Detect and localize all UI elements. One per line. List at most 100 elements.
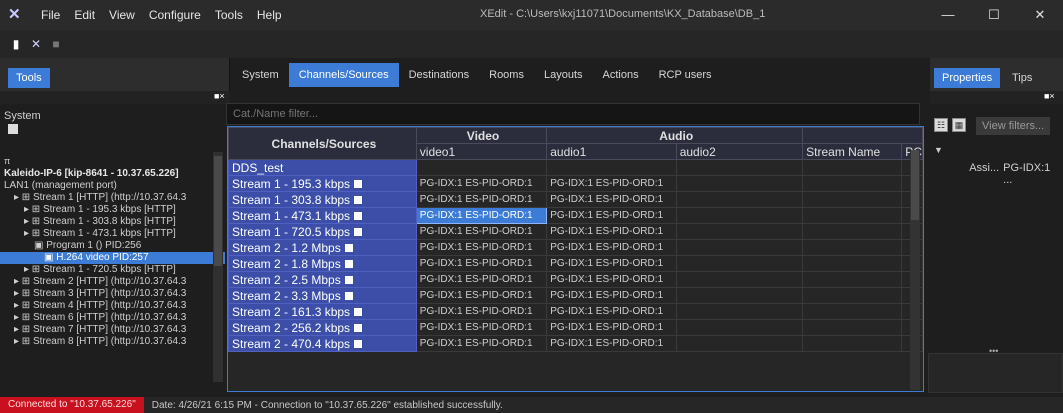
cell-video1[interactable]: PG-IDX:1 ES-PID-ORD:1 bbox=[415, 335, 548, 352]
menu-help[interactable]: Help bbox=[250, 8, 289, 22]
cell-video1[interactable]: PG-IDX:1 ES-PID-ORD:1 bbox=[415, 191, 548, 208]
cell-audio1[interactable]: PG-IDX:1 ES-PID-ORD:1 bbox=[546, 335, 677, 352]
group-row-cell[interactable] bbox=[415, 159, 548, 176]
cell-audio2[interactable] bbox=[675, 175, 804, 192]
row-header[interactable]: Stream 2 - 3.3 Mbps bbox=[228, 287, 417, 304]
table-row[interactable]: Stream 2 - 3.3 Mbps PG-IDX:1 ES-PID-ORD:1… bbox=[228, 287, 923, 304]
cell-audio1[interactable]: PG-IDX:1 ES-PID-ORD:1 bbox=[546, 207, 677, 224]
tree-scrollbar-thumb[interactable] bbox=[214, 156, 222, 266]
cell-audio2[interactable] bbox=[675, 271, 804, 288]
col-video1[interactable]: video1 bbox=[415, 143, 548, 160]
tree-item[interactable]: ▣ Program 1 () PID:256 bbox=[0, 240, 225, 252]
cell-stream[interactable] bbox=[802, 207, 903, 224]
cell-audio1[interactable]: PG-IDX:1 ES-PID-ORD:1 bbox=[546, 271, 677, 288]
view-filters-button[interactable]: View filters... bbox=[976, 117, 1051, 135]
cell-video1[interactable]: PG-IDX:1 ES-PID-ORD:1 bbox=[415, 239, 548, 256]
panel-close-icon[interactable]: ■× bbox=[214, 91, 225, 101]
group-row-cell[interactable] bbox=[546, 159, 677, 176]
tree-item[interactable]: ▸ ⊞ Stream 1 - 473.1 kbps [HTTP] bbox=[0, 228, 225, 240]
tab-tips[interactable]: Tips bbox=[1012, 72, 1032, 84]
cell-audio1[interactable]: PG-IDX:1 ES-PID-ORD:1 bbox=[546, 175, 677, 192]
table-row[interactable]: Stream 2 - 2.5 Mbps PG-IDX:1 ES-PID-ORD:1… bbox=[228, 271, 923, 288]
row-header[interactable]: Stream 2 - 256.2 kbps bbox=[228, 319, 417, 336]
tree-item[interactable]: ▸ ⊞ Stream 6 [HTTP] (http://10.37.64.3 bbox=[0, 312, 225, 324]
tab-system[interactable]: System bbox=[232, 63, 289, 87]
new-file-icon[interactable]: ▮ bbox=[10, 38, 22, 50]
tree-item[interactable]: ▸ ⊞ Stream 1 - 195.3 kbps [HTTP] bbox=[0, 204, 225, 216]
minimize-icon[interactable]: — bbox=[925, 0, 971, 30]
tab-channels-sources[interactable]: Channels/Sources bbox=[288, 63, 399, 87]
cell-audio2[interactable] bbox=[675, 287, 804, 304]
cell-audio2[interactable] bbox=[675, 207, 804, 224]
menu-file[interactable]: File bbox=[34, 8, 67, 22]
system-icon[interactable] bbox=[8, 124, 18, 134]
group-row-cell[interactable] bbox=[802, 159, 903, 176]
close-icon[interactable]: ✕ bbox=[1017, 0, 1063, 30]
expand-icon[interactable]: ▼ bbox=[934, 145, 943, 155]
cell-audio1[interactable]: PG-IDX:1 ES-PID-ORD:1 bbox=[546, 319, 677, 336]
cell-video1[interactable]: PG-IDX:1 ES-PID-ORD:1 bbox=[415, 255, 548, 272]
cell-video1[interactable]: PG-IDX:1 ES-PID-ORD:1 bbox=[415, 175, 548, 192]
cell-audio2[interactable] bbox=[675, 335, 804, 352]
cell-audio2[interactable] bbox=[675, 239, 804, 256]
cell-stream[interactable] bbox=[802, 319, 903, 336]
tree-item[interactable]: LAN1 (management port) bbox=[0, 180, 225, 192]
row-header[interactable]: Stream 2 - 2.5 Mbps bbox=[228, 271, 417, 288]
cell-video1[interactable]: PG-IDX:1 ES-PID-ORD:1 bbox=[415, 271, 548, 288]
cell-stream[interactable] bbox=[802, 191, 903, 208]
table-row[interactable]: Stream 1 - 195.3 kbps PG-IDX:1 ES-PID-ORD… bbox=[228, 175, 923, 192]
tree-item[interactable]: ▸ ⊞ Stream 4 [HTTP] (http://10.37.64.3 bbox=[0, 300, 225, 312]
tree-item[interactable]: Kaleido-IP-6 [kip-8641 - 10.37.65.226] bbox=[0, 168, 225, 180]
row-header[interactable]: Stream 1 - 473.1 kbps bbox=[228, 207, 417, 224]
grid-scrollbar-thumb[interactable] bbox=[911, 150, 919, 220]
cell-video1[interactable]: PG-IDX:1 ES-PID-ORD:1 bbox=[415, 287, 548, 304]
table-row[interactable]: Stream 1 - 720.5 kbps PG-IDX:1 ES-PID-ORD… bbox=[228, 223, 923, 240]
cell-video1[interactable]: PG-IDX:1 ES-PID-ORD:1 bbox=[415, 223, 548, 240]
cat-name-filter-input[interactable] bbox=[227, 104, 919, 124]
cell-stream[interactable] bbox=[802, 223, 903, 240]
tree-item[interactable]: ▸ ⊞ Stream 3 [HTTP] (http://10.37.64.3 bbox=[0, 288, 225, 300]
tab-actions[interactable]: Actions bbox=[593, 63, 649, 87]
cell-stream[interactable] bbox=[802, 239, 903, 256]
tab-layouts[interactable]: Layouts bbox=[534, 63, 593, 87]
tab-rooms[interactable]: Rooms bbox=[479, 63, 534, 87]
cell-audio1[interactable]: PG-IDX:1 ES-PID-ORD:1 bbox=[546, 303, 677, 320]
tab-properties[interactable]: Properties bbox=[934, 68, 1001, 88]
cell-audio1[interactable]: PG-IDX:1 ES-PID-ORD:1 bbox=[546, 239, 677, 256]
tree-item[interactable]: ▸ ⊞ Stream 7 [HTTP] (http://10.37.64.3 bbox=[0, 324, 225, 336]
tree-item[interactable]: ▸ ⊞ Stream 1 [HTTP] (http://10.37.64.3 bbox=[0, 192, 225, 204]
tree-item[interactable]: ▸ ⊞ Stream 1 - 303.8 kbps [HTTP] bbox=[0, 216, 225, 228]
table-row[interactable]: Stream 2 - 161.3 kbps PG-IDX:1 ES-PID-ORD… bbox=[228, 303, 923, 320]
tree-item[interactable]: ▣ H.264 video PID:257 bbox=[0, 252, 225, 264]
table-row[interactable]: Stream 1 - 473.1 kbps PG-IDX:1 ES-PID-ORD… bbox=[228, 207, 923, 224]
col-stream-name[interactable]: Stream Name bbox=[802, 143, 903, 160]
row-header[interactable]: Stream 1 - 720.5 kbps bbox=[228, 223, 417, 240]
cell-stream[interactable] bbox=[802, 303, 903, 320]
property-row[interactable]: Assi... PG-IDX:1 ... bbox=[934, 162, 1060, 186]
row-header[interactable]: Stream 1 - 195.3 kbps bbox=[228, 175, 417, 192]
cell-video1[interactable]: PG-IDX:1 ES-PID-ORD:1 bbox=[415, 319, 548, 336]
delete-icon[interactable]: ✕ bbox=[30, 38, 42, 50]
cell-video1[interactable]: PG-IDX:1 ES-PID-ORD:1 bbox=[415, 207, 548, 224]
group-row-header[interactable]: DDS_test bbox=[228, 159, 417, 176]
list-view-icon[interactable]: ☷ bbox=[934, 118, 948, 132]
splitter-handle-icon[interactable]: ••• bbox=[989, 346, 998, 356]
tab-rcp-users[interactable]: RCP users bbox=[649, 63, 722, 87]
cell-audio2[interactable] bbox=[675, 223, 804, 240]
row-header[interactable]: Stream 2 - 161.3 kbps bbox=[228, 303, 417, 320]
table-row[interactable]: Stream 2 - 256.2 kbps PG-IDX:1 ES-PID-ORD… bbox=[228, 319, 923, 336]
menu-edit[interactable]: Edit bbox=[67, 8, 102, 22]
col-audio2[interactable]: audio2 bbox=[675, 143, 804, 160]
row-header[interactable]: Stream 2 - 1.8 Mbps bbox=[228, 255, 417, 272]
cell-audio1[interactable]: PG-IDX:1 ES-PID-ORD:1 bbox=[546, 223, 677, 240]
menu-tools[interactable]: Tools bbox=[208, 8, 250, 22]
cell-stream[interactable] bbox=[802, 271, 903, 288]
cell-audio1[interactable]: PG-IDX:1 ES-PID-ORD:1 bbox=[546, 287, 677, 304]
cell-stream[interactable] bbox=[802, 175, 903, 192]
table-row[interactable]: Stream 2 - 1.2 Mbps PG-IDX:1 ES-PID-ORD:1… bbox=[228, 239, 923, 256]
row-header[interactable]: Stream 2 - 1.2 Mbps bbox=[228, 239, 417, 256]
tree-item[interactable]: ▸ ⊞ Stream 2 [HTTP] (http://10.37.64.3 bbox=[0, 276, 225, 288]
cell-audio2[interactable] bbox=[675, 191, 804, 208]
table-row[interactable]: Stream 2 - 1.8 Mbps PG-IDX:1 ES-PID-ORD:1… bbox=[228, 255, 923, 272]
cell-audio2[interactable] bbox=[675, 303, 804, 320]
